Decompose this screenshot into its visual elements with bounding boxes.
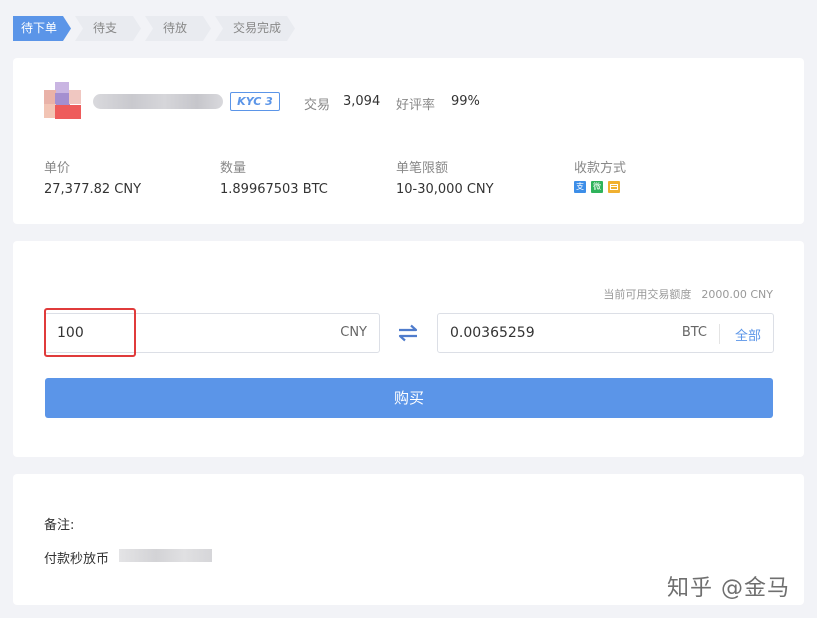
swap-arrows-icon[interactable] — [397, 324, 419, 342]
trades-count-value: 3,094 — [343, 94, 381, 109]
quantity-label: 数量 — [220, 161, 247, 176]
merchant-name-blurred[interactable] — [93, 94, 223, 109]
btc-amount-field[interactable]: BTC 全部 — [437, 313, 774, 353]
kyc-level-badge: KYC 3 — [230, 92, 280, 111]
btc-unit-label: BTC — [681, 325, 707, 340]
per-trade-limit-label: 单笔限额 — [396, 161, 449, 176]
cny-amount-input[interactable] — [45, 314, 325, 352]
wechat-pay-icon: 微 — [591, 181, 603, 193]
trade-form-card: 当前可用交易额度 2000.00 CNY CNY BTC 全部 购买 — [13, 241, 804, 457]
field-divider — [719, 324, 720, 344]
bank-card-icon — [608, 181, 620, 193]
merchant-offer-card: KYC 3 交易 3,094 好评率 99% 单价 27,377.82 CNY … — [13, 58, 804, 224]
note-text: 付款秒放币 — [44, 552, 110, 567]
note-blurred-text — [119, 549, 212, 562]
trades-count-label: 交易 — [304, 98, 331, 113]
unit-price-label: 单价 — [44, 161, 71, 176]
available-limit-value: 2000.00 CNY — [701, 288, 773, 301]
positive-rating-label: 好评率 — [396, 98, 436, 113]
cny-amount-field[interactable]: CNY — [44, 313, 380, 353]
per-trade-limit-value: 10-30,000 CNY — [396, 182, 494, 197]
note-title: 备注: — [44, 518, 75, 533]
available-limit: 当前可用交易额度 2000.00 CNY — [603, 286, 773, 302]
merchant-avatar[interactable] — [44, 82, 81, 119]
step-pending-release: 待放币 — [145, 16, 211, 41]
step-completed: 交易完成 — [215, 16, 295, 41]
available-limit-label: 当前可用交易额度 — [603, 288, 692, 301]
use-all-button[interactable]: 全部 — [735, 325, 761, 344]
alipay-icon: 支 — [574, 181, 586, 193]
positive-rating-value: 99% — [451, 94, 480, 109]
order-progress-steps: 待下单 待支付 待放币 交易完成 — [13, 16, 299, 41]
zhihu-watermark: 知乎 @金马 — [667, 576, 790, 601]
buy-button[interactable]: 购买 — [45, 378, 773, 418]
cny-unit-label: CNY — [340, 325, 367, 340]
quantity-value: 1.89967503 BTC — [220, 182, 328, 197]
step-pending-order: 待下单 — [13, 16, 71, 41]
payment-methods-icons: 支 微 — [574, 181, 620, 193]
payment-methods-label: 收款方式 — [574, 161, 627, 176]
step-pending-payment: 待支付 — [75, 16, 141, 41]
unit-price-value: 27,377.82 CNY — [44, 182, 142, 197]
btc-amount-input[interactable] — [438, 314, 658, 352]
